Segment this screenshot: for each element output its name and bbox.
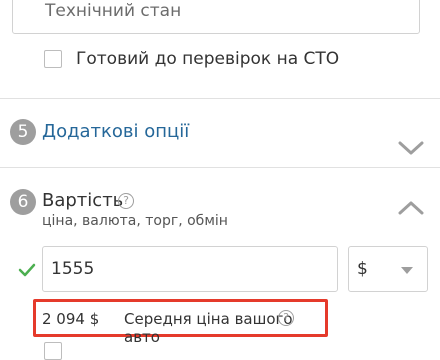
help-icon-glyph: ? — [123, 194, 129, 207]
average-price-amount: 2 094 $ — [42, 310, 100, 328]
check-icon — [18, 262, 36, 281]
sto-checkbox[interactable] — [44, 50, 62, 68]
section-additional-options-title[interactable]: Додаткові опції — [42, 121, 189, 142]
step-number-5: 5 — [10, 119, 36, 145]
price-value: 1555 — [51, 259, 95, 279]
price-input[interactable]: 1555 — [42, 246, 338, 292]
tech-state-select[interactable]: Технічний стан — [12, 0, 420, 34]
step-number-6-text: 6 — [17, 192, 29, 212]
caret-down-icon — [401, 267, 413, 274]
currency-value: $ — [357, 259, 368, 279]
tech-state-text: Технічний стан — [45, 1, 182, 21]
section-price-title: Вартість — [42, 190, 124, 211]
step-number-6: 6 — [10, 189, 36, 215]
next-checkbox[interactable] — [44, 342, 62, 360]
divider — [0, 98, 440, 99]
help-icon[interactable]: ? — [278, 310, 294, 326]
help-icon-glyph: ? — [283, 311, 289, 324]
chevron-down-icon[interactable] — [398, 140, 424, 156]
sto-checkbox-label[interactable]: Готовий до перевірок на СТО — [76, 49, 339, 69]
section-price-subtitle: ціна, валюта, торг, обмін — [42, 213, 228, 229]
currency-select[interactable]: $ — [348, 246, 428, 292]
divider — [0, 167, 440, 168]
chevron-up-icon[interactable] — [398, 200, 424, 216]
average-price-box: 2 094 $ Середня ціна вашого авто ? — [33, 299, 328, 346]
step-number-5-text: 5 — [17, 122, 29, 142]
help-icon[interactable]: ? — [118, 193, 134, 209]
average-price-label: Середня ціна вашого авто — [124, 310, 293, 346]
